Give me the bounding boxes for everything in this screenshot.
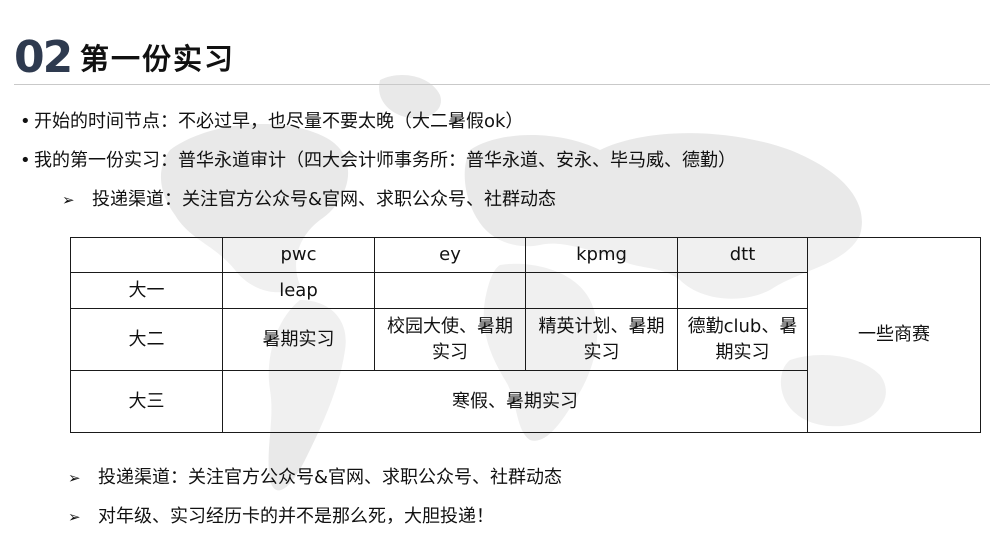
arrow-bullet-icon: ➢ xyxy=(62,191,75,209)
slide-title: 第一份实习 xyxy=(80,42,236,76)
bullet-text: 开始的时间节点：不必过早，也尽量不要太晚（大二暑假ok） xyxy=(34,111,524,132)
table-header-cell xyxy=(70,237,223,273)
sub-item-be-bold: ➢ 对年级、实习经历卡的并不是那么死，大胆投递！ xyxy=(68,505,494,529)
sub-item-channels-bottom: ➢ 投递渠道：关注官方公众号&官网、求职公众号、社群动态 xyxy=(68,466,562,490)
slide-content: 02 第一份实习 • 开始的时间节点：不必过早，也尽量不要太晚（大二暑假ok） •… xyxy=(0,0,990,535)
table-cell: 暑期实习 xyxy=(222,308,375,371)
table-row-label: 大一 xyxy=(70,272,223,309)
table-cell: 校园大使、暑期实习 xyxy=(374,308,526,371)
title-divider xyxy=(14,84,990,85)
table-row-header: pwc ey kpmg dtt 一些商赛 xyxy=(70,237,981,433)
slide-number: 02 xyxy=(14,32,73,83)
table-header-cell: pwc xyxy=(222,237,375,273)
table-cell xyxy=(677,272,808,309)
arrow-bullet-icon: ➢ xyxy=(68,508,81,526)
bullet-icon: • xyxy=(20,150,31,171)
sub-item-channels-top: ➢ 投递渠道：关注官方公众号&官网、求职公众号、社群动态 xyxy=(62,188,556,212)
sub-item-text: 投递渠道：关注官方公众号&官网、求职公众号、社群动态 xyxy=(92,189,557,210)
table-cell: 精英计划、暑期实习 xyxy=(525,308,678,371)
table-header-cell: kpmg xyxy=(525,237,678,273)
table-cell: leap xyxy=(222,272,375,309)
table-row-label: 大二 xyxy=(70,308,223,371)
bullet-text: 我的第一份实习：普华永道审计（四大会计师事务所：普华永道、安永、毕马威、德勤） xyxy=(34,150,736,171)
bullet-icon: • xyxy=(20,111,31,132)
sub-item-text: 对年级、实习经历卡的并不是那么死，大胆投递！ xyxy=(98,506,494,527)
table-header-cell: ey xyxy=(374,237,526,273)
bullet-timing: • 开始的时间节点：不必过早，也尽量不要太晚（大二暑假ok） xyxy=(20,110,523,134)
table-merged-cell: 寒假、暑期实习 xyxy=(222,370,808,433)
table-row-label: 大三 xyxy=(70,370,223,433)
table-cell xyxy=(374,272,526,309)
table-cell xyxy=(525,272,678,309)
internship-table: pwc ey kpmg dtt 一些商赛 大一 leap 大二 暑期实习 校园大… xyxy=(70,237,981,433)
arrow-bullet-icon: ➢ xyxy=(68,469,81,487)
table-header-cell: dtt xyxy=(677,237,808,273)
bullet-first-internship: • 我的第一份实习：普华永道审计（四大会计师事务所：普华永道、安永、毕马威、德勤） xyxy=(20,149,736,173)
table-side-cell: 一些商赛 xyxy=(807,237,981,433)
table-cell: 德勤club、暑期实习 xyxy=(677,308,808,371)
sub-item-text: 投递渠道：关注官方公众号&官网、求职公众号、社群动态 xyxy=(98,467,563,488)
